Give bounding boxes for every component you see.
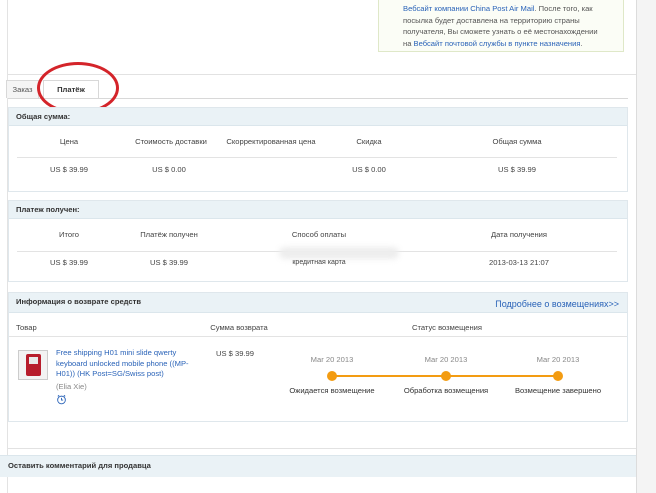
blurred-text	[279, 247, 399, 259]
right-frame	[636, 0, 656, 493]
notice-text-5: .	[580, 38, 583, 48]
step-label: Возмещение завершено	[514, 386, 602, 395]
payment-received-panel: Платеж получен: Итого Платёж получен Спо…	[8, 200, 628, 282]
received-value: US $ 39.99	[150, 258, 188, 267]
col-header: Товар	[16, 323, 37, 332]
notice-text-1: . После того, как	[534, 4, 593, 13]
timeline-step-dot	[553, 371, 563, 381]
product-title-link[interactable]: Free shipping H01 mini slide qwerty keyb…	[56, 348, 196, 380]
shipping-value: US $ 0.00	[152, 165, 186, 174]
refund-panel-title: Информация о возврате средств Подробнее …	[9, 293, 627, 313]
shipping-notice: Вебсайт компании China Post Air Mail. По…	[378, 0, 624, 52]
step-label: Обработка возмещения	[403, 386, 489, 395]
seller-name: (Elia Xie)	[56, 382, 87, 391]
total-value: US $ 39.99	[50, 258, 88, 267]
clock-icon[interactable]	[56, 394, 67, 405]
notice-text-2: посылка будет доставлена на территорию с…	[403, 15, 580, 25]
phone-screen	[29, 357, 38, 364]
notice-text-3: получателя, Вы сможете узнать о её место…	[403, 27, 598, 36]
total-panel: Общая сумма: Цена Стоимость доставки Ско…	[8, 107, 628, 192]
timeline-step-dot	[441, 371, 451, 381]
col-header: Скидка	[356, 137, 382, 146]
step-date: Mar 20 2013	[310, 355, 354, 364]
col-header: Сумма возврата	[210, 323, 268, 332]
product-thumbnail[interactable]	[18, 350, 48, 380]
step-label: Ожидается возмещение	[289, 386, 375, 395]
col-header: Статус возмещения	[411, 323, 483, 332]
col-header: Итого	[59, 230, 79, 239]
timeline-step-dot	[327, 371, 337, 381]
col-header: Дата получения	[490, 230, 548, 239]
received-date-value: 2013-03-13 21:07	[489, 258, 549, 267]
destination-postal-link[interactable]: Вебсайт почтовой службы в пункте назначе…	[414, 39, 581, 48]
left-frame	[0, 0, 8, 493]
col-header: Способ оплаты	[291, 230, 347, 239]
discount-value: US $ 0.00	[352, 165, 386, 174]
payment-received-title: Платеж получен:	[9, 201, 627, 219]
notice-text-4: на	[403, 38, 414, 48]
refund-title-text: Информация о возврате средств	[16, 297, 142, 306]
col-header: Скорректированная цена	[226, 137, 316, 146]
total-panel-title: Общая сумма:	[9, 108, 627, 126]
divider	[8, 448, 636, 449]
refund-details-link[interactable]: Подробнее о возмещениях>>	[495, 296, 619, 313]
price-value: US $ 39.99	[50, 165, 88, 174]
leave-comment-bar[interactable]: Оставить комментарий для продавца	[0, 455, 636, 477]
payment-method-value: кредитная карта	[292, 259, 346, 266]
china-post-link[interactable]: Вебсайт компании China Post Air Mail	[403, 4, 534, 13]
total-value: US $ 39.99	[498, 165, 536, 174]
refund-panel: Информация о возврате средств Подробнее …	[8, 292, 628, 422]
row-divider	[17, 157, 617, 158]
step-date: Mar 20 2013	[424, 355, 468, 364]
col-header: Платёж получен	[140, 230, 198, 239]
col-header: Цена	[59, 137, 79, 146]
step-date: Mar 20 2013	[536, 355, 580, 364]
row-divider	[9, 336, 627, 337]
refund-amount-value: US $ 39.99	[216, 349, 254, 358]
tab-order[interactable]: Заказ	[6, 80, 39, 98]
col-header: Общая сумма	[492, 137, 542, 146]
col-header: Стоимость доставки	[135, 137, 207, 146]
